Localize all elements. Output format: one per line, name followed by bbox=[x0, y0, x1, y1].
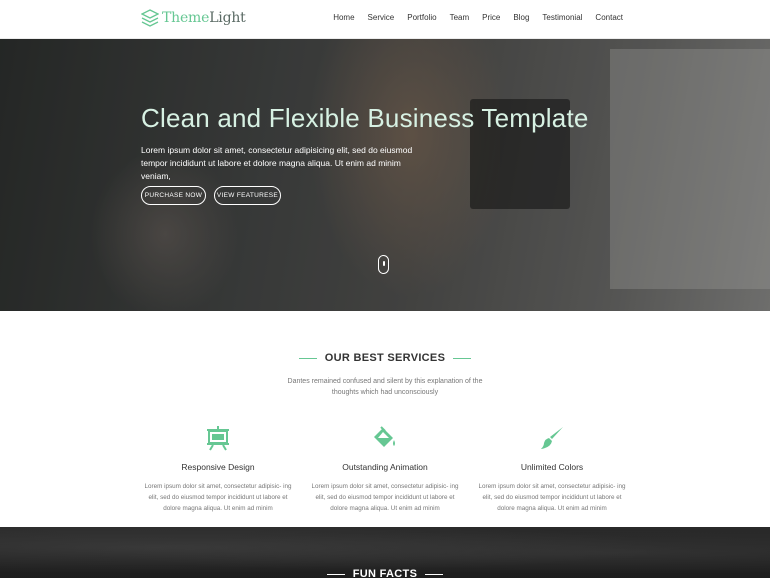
fun-facts-heading: FUN FACTS bbox=[0, 568, 770, 578]
feature-responsive-design: Responsive Design Lorem ipsum dolor sit … bbox=[143, 425, 293, 514]
logo-text: ThemeLight bbox=[162, 10, 246, 26]
fun-facts-title: FUN FACTS bbox=[352, 568, 418, 578]
heading-line-right bbox=[425, 573, 444, 575]
nav-price[interactable]: Price bbox=[482, 13, 500, 22]
nav-contact[interactable]: Contact bbox=[595, 13, 623, 22]
feature-text: Lorem ipsum dolor sit amet, consectetur … bbox=[478, 483, 626, 512]
feature-outstanding-animation: Outstanding Animation Lorem ipsum dolor … bbox=[310, 425, 460, 514]
main-nav: Home Service Portfolio Team Price Blog T… bbox=[320, 13, 623, 22]
heading-line-left bbox=[298, 357, 317, 359]
services-title: OUR BEST SERVICES bbox=[324, 352, 446, 364]
scroll-down-mouse-icon[interactable] bbox=[378, 255, 389, 274]
feature-text: Lorem ipsum dolor sit amet, consectetur … bbox=[144, 483, 292, 512]
nav-testimonial[interactable]: Testimonial bbox=[542, 13, 582, 22]
nav-service[interactable]: Service bbox=[368, 13, 395, 22]
heading-line-left bbox=[326, 573, 345, 575]
feature-title: Outstanding Animation bbox=[342, 462, 428, 472]
paint-brush-icon bbox=[541, 427, 563, 449]
easel-icon bbox=[207, 426, 229, 451]
heading-line-right bbox=[453, 357, 472, 359]
paint-bucket-icon bbox=[374, 426, 395, 447]
feature-title: Unlimited Colors bbox=[520, 462, 584, 472]
logo-mark-icon bbox=[141, 9, 159, 27]
nav-team[interactable]: Team bbox=[450, 13, 470, 22]
feature-unlimited-colors: Unlimited Colors Lorem ipsum dolor sit a… bbox=[477, 425, 627, 514]
nav-home[interactable]: Home bbox=[333, 13, 354, 22]
fun-facts-section: FUN FACTS bbox=[0, 527, 770, 578]
feature-title: Responsive Design bbox=[181, 462, 255, 472]
hero-text: Lorem ipsum dolor sit amet, consectetur … bbox=[141, 145, 413, 181]
logo[interactable]: ThemeLight bbox=[141, 8, 246, 28]
view-features-button[interactable]: VIEW FEATURESE bbox=[214, 186, 281, 205]
hero-title: Clean and Flexible Business Template bbox=[141, 103, 589, 133]
services-heading: OUR BEST SERVICES bbox=[0, 352, 770, 364]
purchase-now-button[interactable]: PURCHASE NOW bbox=[141, 186, 206, 205]
nav-portfolio[interactable]: Portfolio bbox=[407, 13, 436, 22]
hero-section: Clean and Flexible Business Template Lor… bbox=[0, 39, 770, 311]
services-subtitle: Dantes remained confused and silent by t… bbox=[287, 378, 483, 396]
feature-text: Lorem ipsum dolor sit amet, consectetur … bbox=[311, 483, 459, 512]
nav-blog[interactable]: Blog bbox=[513, 13, 529, 22]
navbar: ThemeLight Home Service Portfolio Team P… bbox=[0, 0, 770, 39]
